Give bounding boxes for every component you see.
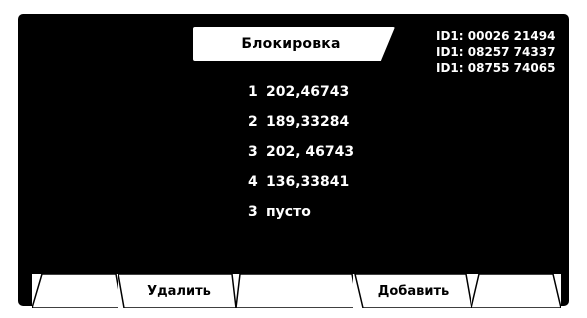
list-item-number: 3 xyxy=(248,204,258,220)
softkey-3[interactable] xyxy=(236,274,358,308)
list-item[interactable]: 2 189,33284 xyxy=(248,112,354,142)
delete-button-label: Удалить xyxy=(147,283,211,299)
softkey-5[interactable] xyxy=(471,274,561,308)
list-item-number: 4 xyxy=(248,174,258,190)
add-button[interactable]: Добавить xyxy=(353,274,474,308)
list-item[interactable]: 4 136,33841 xyxy=(248,172,354,202)
id-line: ID1: 08257 74337 xyxy=(436,45,556,59)
id-list: ID1: 00026 21494 ID1: 08257 74337 ID1: 0… xyxy=(436,28,555,76)
list-item-number: 3 xyxy=(248,144,258,160)
add-button-label: Добавить xyxy=(377,283,450,299)
list-item-value: пусто xyxy=(266,204,311,220)
delete-button[interactable]: Удалить xyxy=(118,274,240,308)
device-screen: Блокировка ID1: 00026 21494 ID1: 08257 7… xyxy=(0,0,587,318)
list-item[interactable]: 3 202, 46743 xyxy=(248,142,354,172)
softkey-1[interactable] xyxy=(32,274,120,308)
list-item-value: 202,46743 xyxy=(266,84,350,100)
list-item[interactable]: 3 пусто xyxy=(248,202,354,232)
softkey-bar: Удалить Добавить xyxy=(30,274,562,312)
id-line: ID1: 08755 74065 xyxy=(436,61,556,75)
list-item-number: 2 xyxy=(248,114,258,130)
id-line: ID1: 00026 21494 xyxy=(436,29,556,43)
list-item-value: 202, 46743 xyxy=(266,144,355,160)
page-title: Блокировка xyxy=(241,36,341,52)
list-item-number: 1 xyxy=(248,84,258,100)
page-title-tab: Блокировка xyxy=(193,27,395,61)
value-list: 1 202,46743 2 189,33284 3 202, 46743 4 136,3… xyxy=(248,82,354,232)
list-item-value: 136,33841 xyxy=(266,174,350,190)
list-item[interactable]: 1 202,46743 xyxy=(248,82,354,112)
list-item-value: 189,33284 xyxy=(266,114,350,130)
